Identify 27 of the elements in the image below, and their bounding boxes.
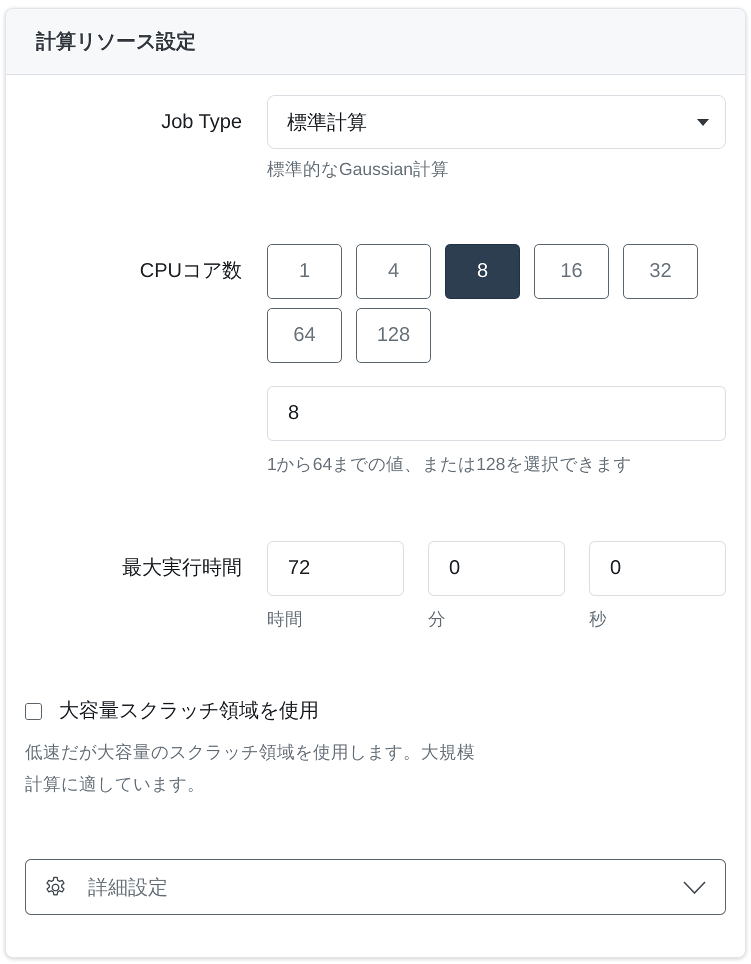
core-count-input[interactable]: 8 — [267, 386, 726, 441]
caret-down-icon — [697, 118, 709, 126]
time-input[interactable]: 72 — [267, 541, 404, 596]
core-count-option[interactable]: 64 — [267, 308, 342, 363]
checkbox-label[interactable]: 大容量スクラッチ領域を使用 — [59, 696, 319, 726]
checkbox[interactable] — [25, 702, 42, 720]
description-text: 低速だが大容量のスクラッチ領域を使用します。大規模計算に適しています。 — [25, 741, 476, 796]
job-type-dropdown[interactable]: 標準計算 — [267, 95, 726, 149]
unit-label: 秒 — [589, 608, 607, 631]
core-count-option[interactable]: 4 — [356, 244, 431, 299]
field-label: Job Type — [161, 110, 242, 135]
unit-label: 時間 — [267, 608, 303, 631]
advanced-settings-button[interactable]: 詳細設定 — [25, 859, 726, 915]
help-text: 1から64までの値、または128を選択できます — [267, 453, 632, 476]
core-count-option[interactable]: 16 — [534, 244, 609, 299]
card-title: 計算リソース設定 — [36, 30, 196, 55]
time-input[interactable]: 0 — [589, 541, 726, 596]
core-count-option[interactable]: 128 — [356, 308, 431, 363]
core-count-option[interactable]: 32 — [623, 244, 698, 299]
unit-label: 分 — [428, 608, 446, 631]
field-label: CPUコア数 — [140, 259, 242, 284]
core-count-option[interactable]: 1 — [267, 244, 342, 299]
core-count-option[interactable]: 8 — [445, 244, 520, 299]
gear-icon — [44, 876, 67, 898]
time-input[interactable]: 0 — [428, 541, 565, 596]
field-label: 最大実行時間 — [122, 556, 242, 581]
help-text: 標準的なGaussian計算 — [267, 158, 449, 181]
